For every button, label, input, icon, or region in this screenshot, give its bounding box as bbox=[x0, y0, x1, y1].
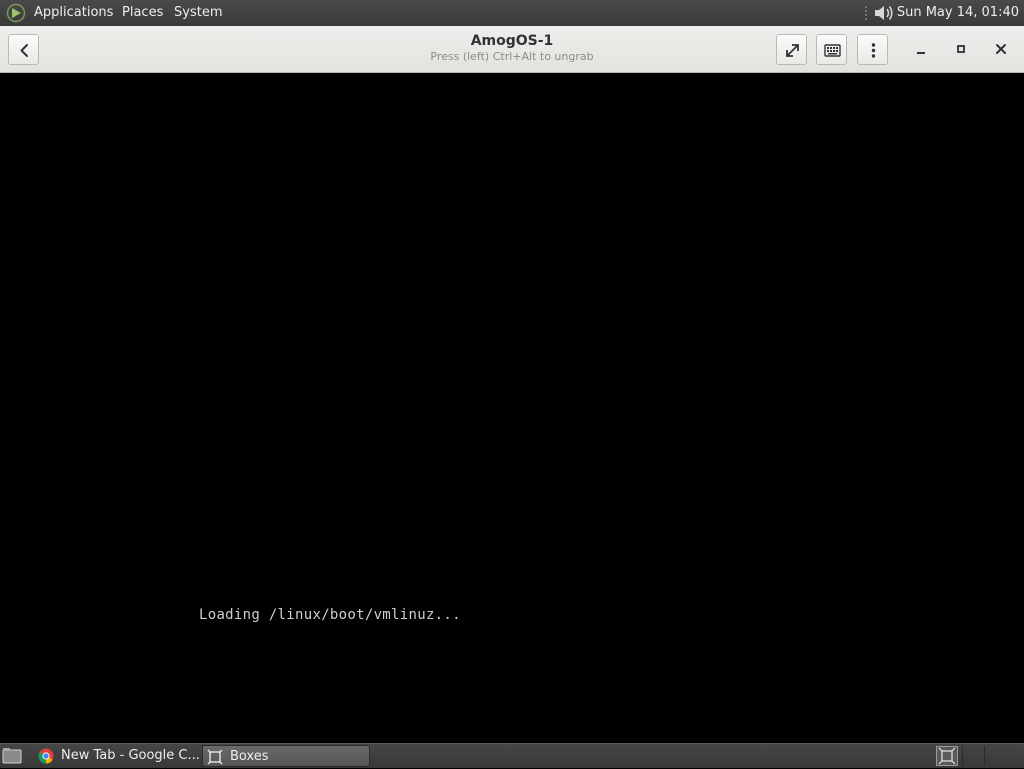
distro-logo-icon[interactable] bbox=[6, 3, 26, 23]
chrome-icon bbox=[38, 748, 54, 764]
menu-applications[interactable]: Applications bbox=[34, 5, 113, 21]
tray-separator bbox=[865, 6, 867, 20]
window-subtitle: Press (left) Ctrl+Alt to ungrab bbox=[430, 50, 594, 63]
taskbar-item-label: New Tab - Google C... bbox=[61, 748, 200, 763]
bottom-panel: New Tab - Google C... Boxes bbox=[0, 743, 1024, 768]
minimize-icon[interactable] bbox=[908, 36, 934, 62]
volume-icon[interactable] bbox=[873, 3, 895, 23]
window-headerbar: AmogOS-1 Press (left) Ctrl+Alt to ungrab bbox=[0, 26, 1024, 73]
menu-system[interactable]: System bbox=[174, 5, 222, 21]
window-title: AmogOS-1 bbox=[470, 33, 554, 49]
show-desktop-icon[interactable] bbox=[2, 747, 22, 765]
workspace-boxes-icon bbox=[938, 747, 956, 765]
close-icon[interactable] bbox=[988, 36, 1014, 62]
keyboard-icon bbox=[824, 44, 841, 57]
vm-display[interactable]: Loading /linux/boot/vmlinuz... bbox=[0, 73, 1024, 743]
menu-button[interactable] bbox=[857, 34, 888, 65]
fullscreen-button[interactable] bbox=[776, 34, 807, 65]
taskbar-item-boxes[interactable]: Boxes bbox=[202, 745, 370, 767]
back-button[interactable] bbox=[8, 34, 39, 65]
clock[interactable]: Sun May 14, 01:40 bbox=[897, 5, 1019, 21]
taskbar-item-label: Boxes bbox=[230, 749, 269, 764]
chevron-left-icon bbox=[20, 44, 28, 57]
menu-places[interactable]: Places bbox=[122, 5, 163, 21]
taskbar-item-chrome[interactable]: New Tab - Google C... bbox=[34, 745, 200, 767]
vertical-dots-icon bbox=[871, 43, 876, 58]
console-line: Loading /linux/boot/vmlinuz... bbox=[199, 607, 461, 623]
keyboard-button[interactable] bbox=[816, 34, 847, 65]
boxes-icon bbox=[207, 749, 223, 765]
fullscreen-icon bbox=[786, 44, 799, 57]
workspace-switcher[interactable] bbox=[936, 746, 958, 766]
maximize-icon[interactable] bbox=[948, 36, 974, 62]
workspace-3[interactable] bbox=[984, 746, 1024, 766]
top-panel: Applications Places System Sun May 14, 0… bbox=[0, 0, 1024, 27]
